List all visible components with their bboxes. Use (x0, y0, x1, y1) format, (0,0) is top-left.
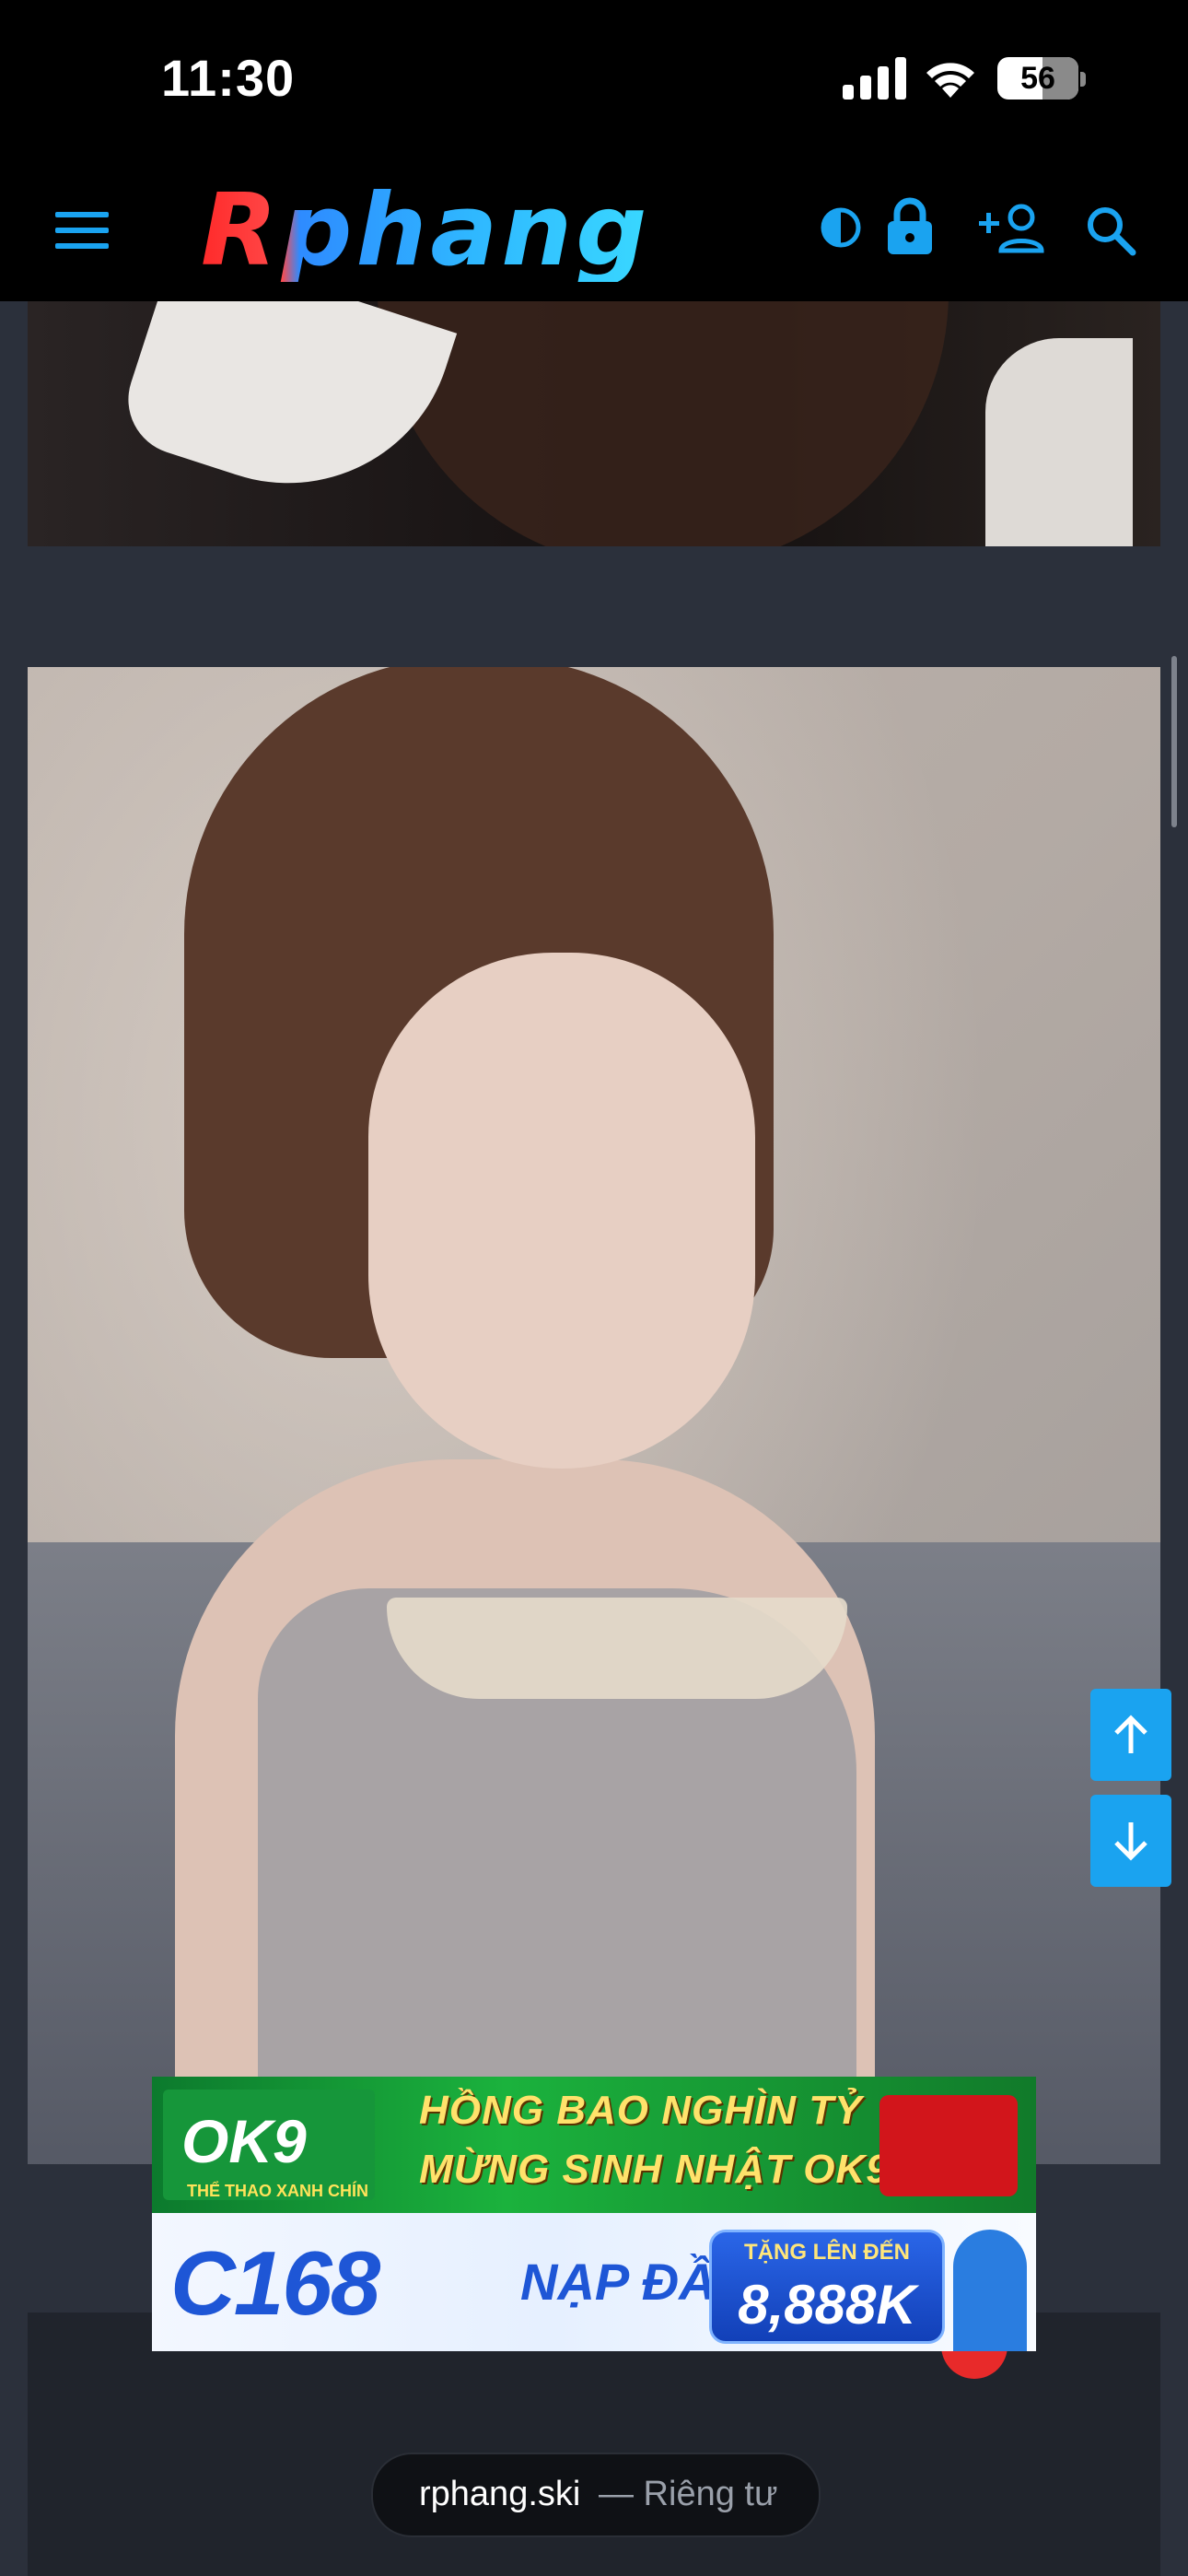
address-bar[interactable]: rphang.ski — Riêng tư (371, 2453, 821, 2537)
c168-bonus-box: TẶNG LÊN ĐẾN 8,888K (709, 2230, 945, 2344)
post-image-2[interactable] (28, 667, 1160, 2164)
promo-person-image (953, 2230, 1027, 2351)
arrow-down-icon (1114, 1822, 1147, 1861)
ad-banner-c168[interactable]: C168 NẠP ĐẦU TẶNG LÊN ĐẾN 8,888K (152, 2213, 1036, 2351)
lock-icon[interactable] (886, 197, 934, 256)
search-icon[interactable] (1085, 205, 1136, 256)
status-time: 11:30 (161, 49, 296, 107)
scroll-down-button[interactable] (1090, 1795, 1171, 1887)
status-bar: 11:30 56 (0, 0, 1188, 166)
wifi-icon (926, 63, 974, 98)
ok9-logo: OK9 THỂ THAO XANH CHÍN (163, 2090, 375, 2200)
battery-level: 56 (1020, 61, 1055, 96)
add-user-icon[interactable] (979, 203, 1045, 254)
ad-banner-ok9[interactable]: OK9 THỂ THAO XANH CHÍN HỒNG BAO NGHÌN TỶ… (152, 2077, 1036, 2213)
contrast-icon[interactable] (820, 206, 862, 249)
address-domain: rphang.ski (419, 2475, 581, 2513)
ok9-brand: OK9 (181, 2107, 307, 2175)
ok9-tagline: THỂ THAO XANH CHÍN (187, 2182, 368, 2200)
menu-icon[interactable] (55, 210, 109, 251)
battery-icon: 56 (997, 57, 1078, 100)
site-logo[interactable]: Rphang (201, 181, 650, 282)
scroll-indicator[interactable] (1171, 656, 1177, 827)
scroll-up-button[interactable] (1090, 1689, 1171, 1781)
c168-brand: C168 (170, 2232, 380, 2334)
private-mode-label: — Riêng tư (599, 2475, 778, 2513)
c168-bonus-value: 8,888K (738, 2274, 916, 2336)
cellular-signal-icon (843, 57, 906, 100)
ok9-headline-2: MỪNG SINH NHẬT OK9 (419, 2147, 890, 2192)
ok9-headline-1: HỒNG BAO NGHÌN TỶ (419, 2088, 863, 2133)
battery-cap (1080, 72, 1086, 87)
gift-image (879, 2095, 1018, 2196)
post-image-1[interactable] (28, 301, 1160, 546)
arrow-up-icon (1114, 1715, 1147, 1753)
c168-bonus-label: TẶNG LÊN ĐẾN (744, 2240, 910, 2265)
